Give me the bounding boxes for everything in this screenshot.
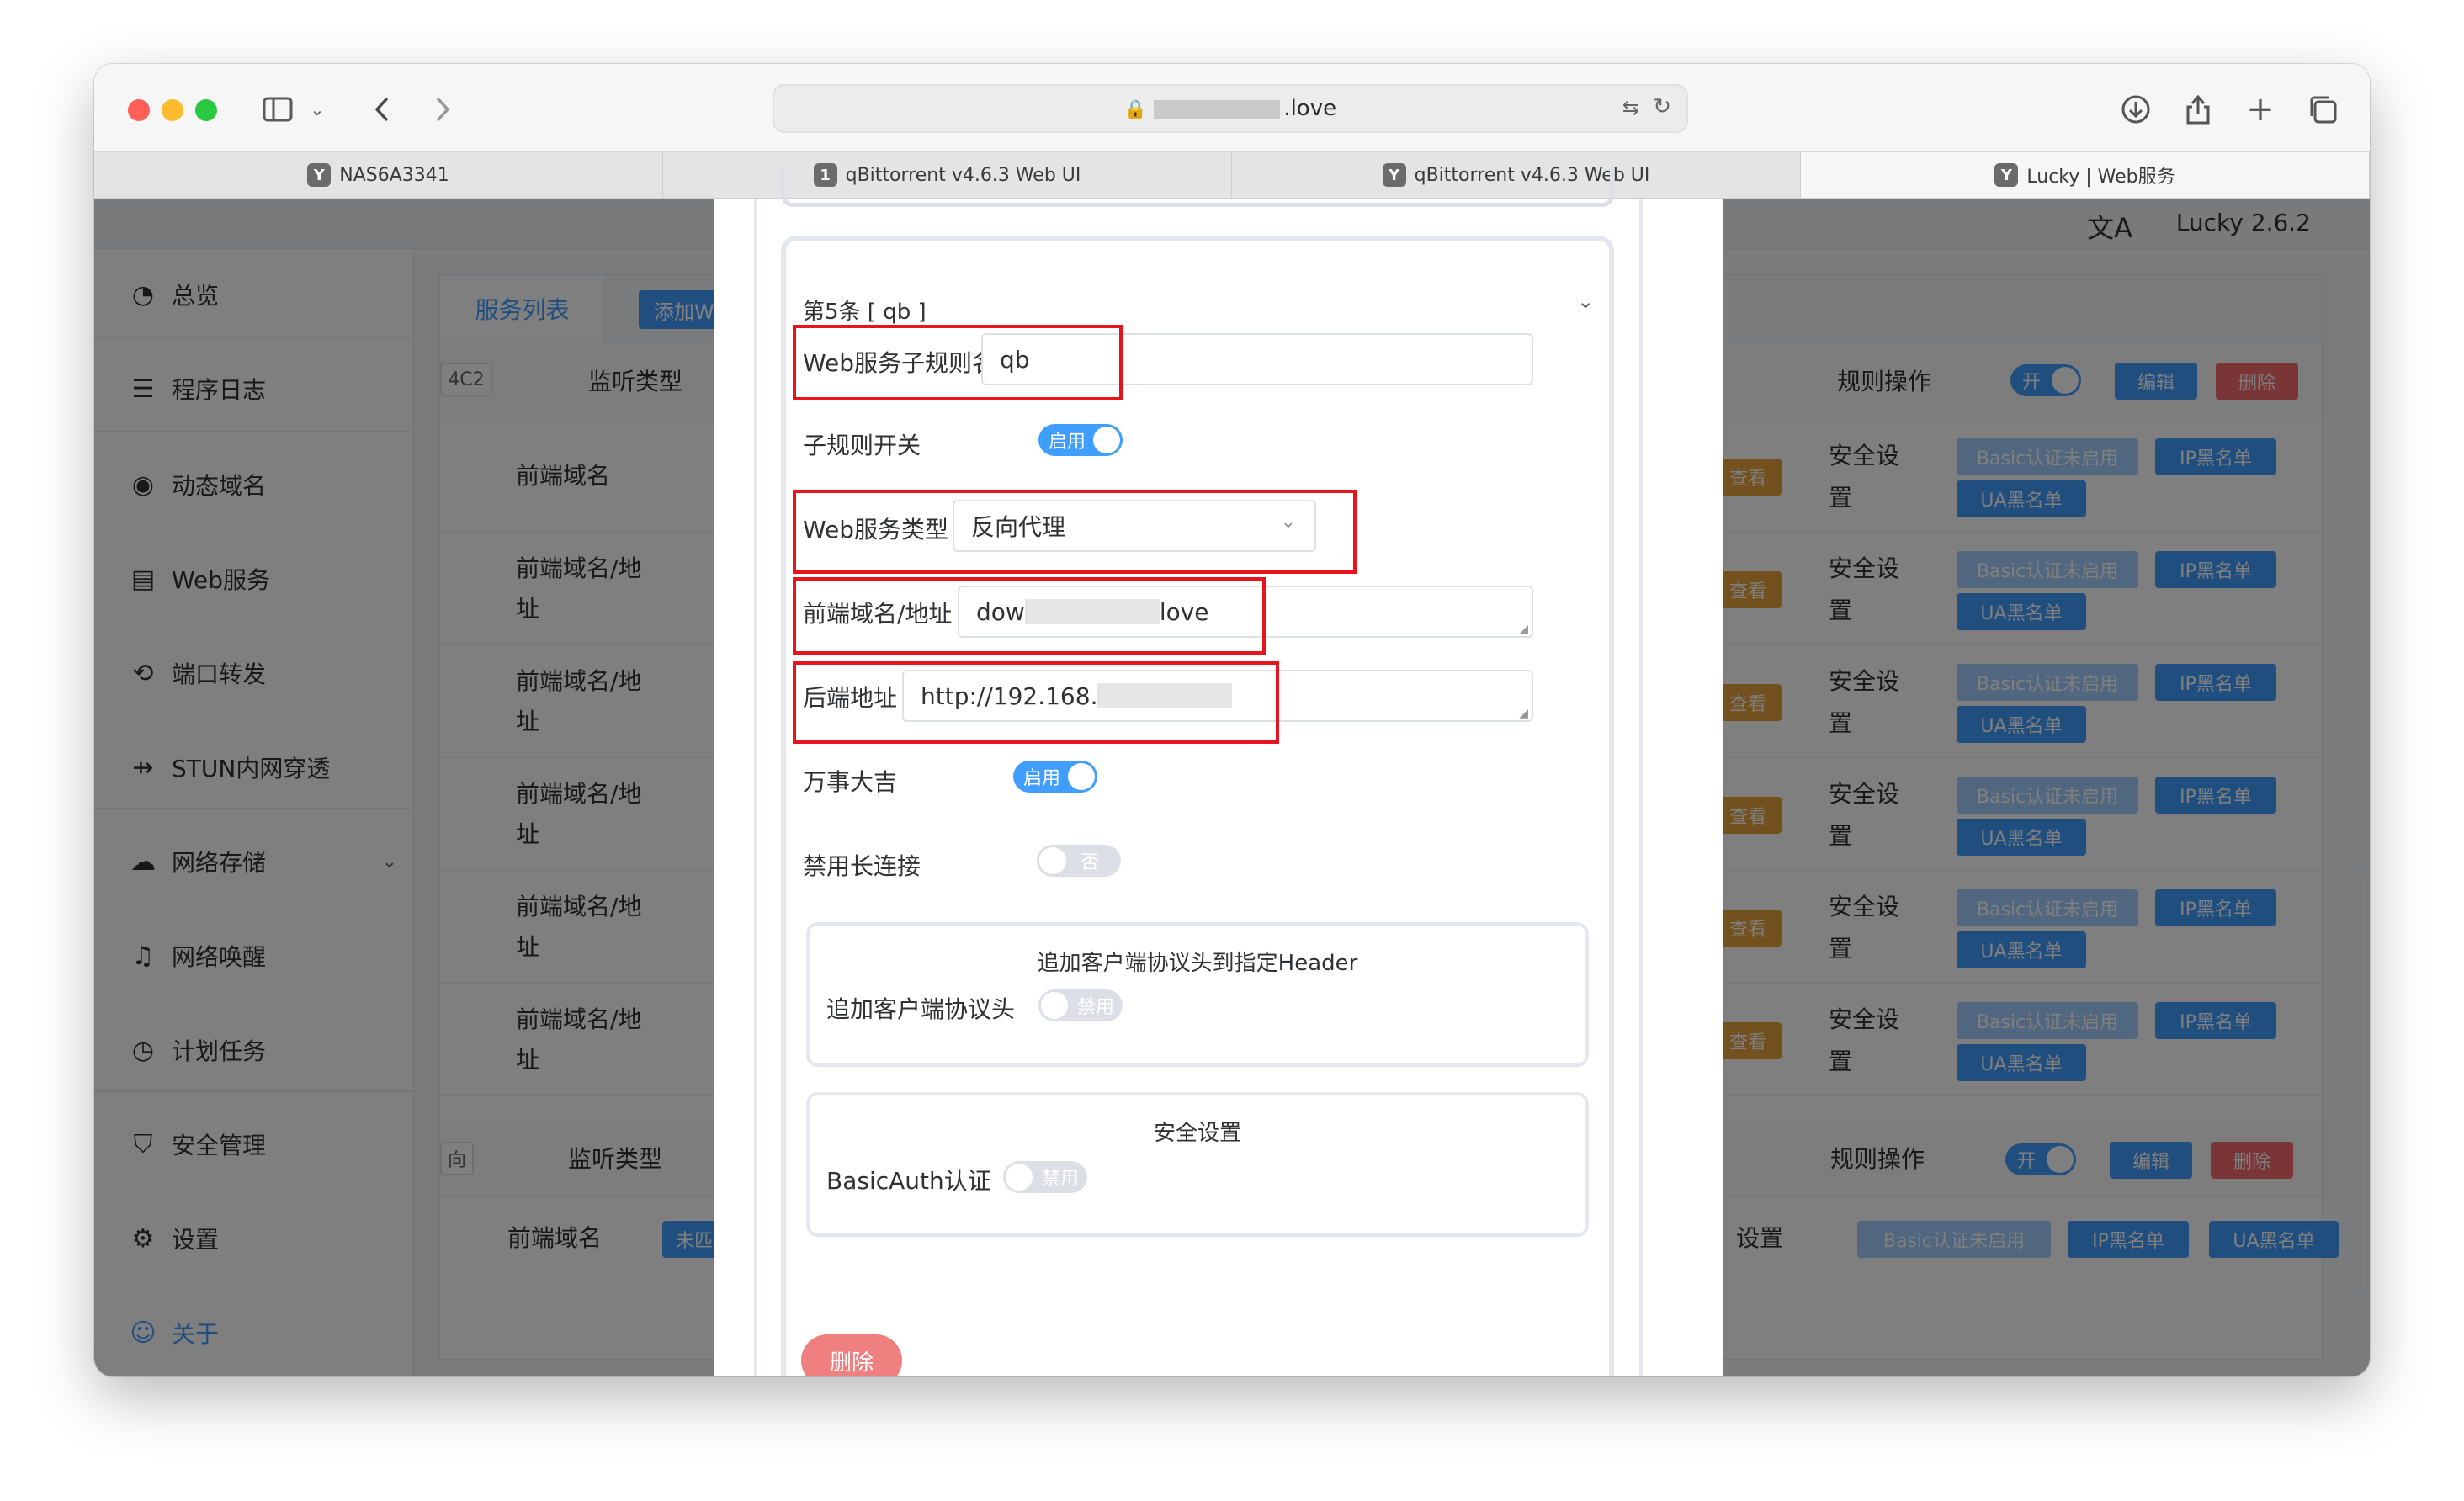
browser-window: ⌄ 🔒 .love ⇆ ↻ + Y NAS6A3341 1 qBittorrent v… xyxy=(94,64,2370,1376)
lock-icon: 🔒 xyxy=(1123,99,1148,120)
close-window-button[interactable] xyxy=(128,99,150,121)
resize-handle-icon[interactable]: ◢ xyxy=(1519,707,1528,720)
delete-subrule-button[interactable]: 删除 xyxy=(801,1334,902,1376)
highlight-box xyxy=(793,661,1279,744)
minimize-window-button[interactable] xyxy=(162,99,183,121)
subrule-switch-label: 子规则开关 xyxy=(803,432,921,459)
highlight-box xyxy=(793,490,1357,574)
page-scrollbar[interactable] xyxy=(2356,872,2365,1292)
dialog-border-right xyxy=(1639,199,1643,1376)
tab-lucky[interactable]: Y Lucky | Web服务 xyxy=(1801,152,2370,198)
rule-title: 第5条 [ qb ] xyxy=(803,300,927,325)
highlight-box xyxy=(793,325,1123,400)
highlight-box xyxy=(793,577,1266,655)
translate-icon[interactable]: ⇆ xyxy=(1622,96,1639,119)
share-icon[interactable] xyxy=(2180,89,2217,130)
header-card: 追加客户端协议头到指定Header 追加客户端协议头 禁用 xyxy=(806,922,1589,1067)
basic-auth-toggle[interactable]: 禁用 xyxy=(1003,1161,1087,1193)
dialog-border-left xyxy=(754,199,757,1376)
favicon-icon: Y xyxy=(307,163,332,187)
security-card-title: 安全设置 xyxy=(1153,1121,1241,1146)
append-header-label: 追加客户端协议头 xyxy=(826,995,1016,1023)
header-card-title: 追加客户端协议头到指定Header xyxy=(1037,951,1358,976)
previous-rule-card xyxy=(781,165,1614,207)
download-icon[interactable] xyxy=(2117,89,2154,130)
security-card: 安全设置 BasicAuth认证 禁用 xyxy=(806,1092,1589,1237)
subrule-enable-toggle[interactable]: 启用 xyxy=(1038,424,1123,456)
new-tab-icon[interactable]: + xyxy=(2242,89,2279,130)
back-button[interactable] xyxy=(365,89,399,130)
tab-nas[interactable]: Y NAS6A3341 xyxy=(94,152,663,198)
lucky-toggle[interactable]: 启用 xyxy=(1013,761,1097,793)
reload-icon[interactable]: ↻ xyxy=(1653,94,1671,119)
tab-overview-icon[interactable] xyxy=(2304,89,2341,130)
browser-toolbar: ⌄ 🔒 .love ⇆ ↻ + xyxy=(94,64,2370,151)
lucky-label: 万事大吉 xyxy=(803,768,898,796)
forward-button[interactable] xyxy=(426,89,459,130)
address-bar[interactable]: 🔒 .love ⇆ ↻ xyxy=(773,84,1688,133)
favicon-icon: Y xyxy=(1994,163,2019,187)
append-header-toggle[interactable]: 禁用 xyxy=(1038,989,1123,1021)
basic-auth-label: BasicAuth认证 xyxy=(826,1167,991,1195)
resize-handle-icon[interactable]: ◢ xyxy=(1519,623,1528,636)
lucky-app: 文A Lucky 2.6.2 ◔总览 ☰程序日志 ◉动态域名 ▤Web服务 ⟲端… xyxy=(94,165,2370,1376)
zoom-window-button[interactable] xyxy=(195,99,217,121)
chevron-down-icon[interactable]: ⌄ xyxy=(305,89,330,130)
sidebar-toggle-icon[interactable] xyxy=(259,89,296,130)
url-redacted xyxy=(1154,99,1281,119)
edit-rule-dialog: 第5条 [ qb ] ⌄ Web服务子规则名称 qb 子规则开关 启用 Web服… xyxy=(714,165,1723,1376)
disable-keepalive-label: 禁用长连接 xyxy=(803,852,921,880)
disable-keepalive-toggle[interactable]: 否 xyxy=(1037,845,1121,877)
collapse-chevron-icon[interactable]: ⌄ xyxy=(1577,289,1594,313)
url-text: 🔒 .love xyxy=(1123,96,1337,121)
